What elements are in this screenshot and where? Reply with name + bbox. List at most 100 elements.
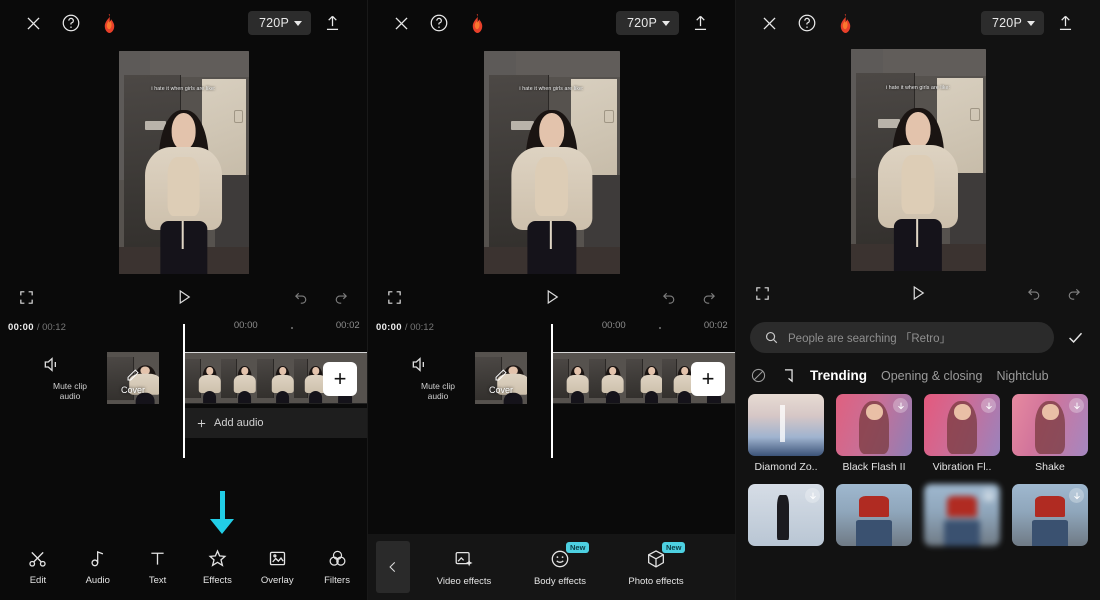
- new-badge: New: [662, 541, 686, 553]
- close-icon[interactable]: [382, 4, 420, 42]
- add-clip-label: +: [701, 366, 715, 391]
- effect-item[interactable]: Black Flash II: [836, 394, 912, 473]
- effect-thumbnail[interactable]: [748, 484, 824, 546]
- effect-item[interactable]: Vibration Fl..: [924, 394, 1000, 473]
- effect-thumbnail[interactable]: [1012, 394, 1088, 456]
- resolution-selector[interactable]: 720P: [616, 11, 679, 35]
- effect-item[interactable]: [1012, 484, 1088, 546]
- video-caption-text: i hate it when girls are like:: [885, 84, 951, 91]
- panel-editor-timeline: 720P i hate it when girls are like: 00:0…: [0, 0, 367, 600]
- effect-item[interactable]: Shake: [1012, 394, 1088, 473]
- redo-icon[interactable]: [332, 289, 349, 306]
- resolution-selector[interactable]: 720P: [248, 11, 311, 35]
- submenu-item-body-effects[interactable]: New Body effects: [512, 541, 608, 587]
- download-arrow-icon[interactable]: [1069, 398, 1084, 413]
- effect-thumbnail[interactable]: [924, 394, 1000, 456]
- screenshot-root: 720P i hate it when girls are like: 00:0…: [0, 0, 1100, 600]
- video-frame-content: [850, 49, 986, 271]
- add-clip-button[interactable]: +: [323, 362, 357, 396]
- playhead[interactable]: [183, 324, 185, 458]
- close-icon[interactable]: [14, 4, 52, 42]
- add-clip-button[interactable]: +: [691, 362, 725, 396]
- toolbar-item-filters[interactable]: Filters: [307, 548, 367, 586]
- export-upload-icon[interactable]: [679, 13, 721, 33]
- flame-icon[interactable]: [458, 4, 496, 42]
- download-arrow-icon[interactable]: [1069, 488, 1084, 503]
- effect-item[interactable]: [836, 484, 912, 546]
- undo-icon[interactable]: [1026, 285, 1043, 302]
- search-input[interactable]: People are searching 「Retro」: [750, 322, 1054, 353]
- new-badge: New: [566, 541, 590, 553]
- effect-item[interactable]: Diamond Zo..: [748, 394, 824, 473]
- back-button[interactable]: [376, 541, 410, 593]
- effect-thumbnail[interactable]: [924, 484, 1000, 546]
- submenu-item-video-effects[interactable]: Video effects: [416, 548, 512, 587]
- mute-clip-audio-button[interactable]: Mute clip audio: [42, 356, 98, 401]
- redo-icon[interactable]: [1065, 285, 1082, 302]
- playhead[interactable]: [551, 324, 553, 458]
- timeline-tracks: Mute clip audio Cover: [0, 324, 367, 458]
- undo-icon[interactable]: [293, 289, 310, 306]
- help-circle-icon[interactable]: [788, 4, 826, 42]
- close-icon[interactable]: [750, 4, 788, 42]
- download-arrow-icon[interactable]: [981, 398, 996, 413]
- help-circle-icon[interactable]: [52, 4, 90, 42]
- effect-thumbnail[interactable]: [1012, 484, 1088, 546]
- effects-grid: Diamond Zo.. Black Flash II Vibration Fl…: [736, 394, 1100, 546]
- resolution-label: 720P: [259, 16, 289, 30]
- fullscreen-icon[interactable]: [754, 285, 810, 302]
- player-controls: [368, 278, 735, 316]
- flame-icon[interactable]: [826, 4, 864, 42]
- submenu-item-photo-effects[interactable]: New Photo effects: [608, 541, 704, 587]
- tab-nightclub[interactable]: Nightclub: [996, 369, 1048, 383]
- fullscreen-icon[interactable]: [18, 289, 74, 306]
- tab-trending[interactable]: Trending: [810, 368, 867, 383]
- search-icon: [764, 330, 779, 345]
- bracket-favorites-icon[interactable]: [781, 367, 796, 384]
- toolbar-item-overlay[interactable]: Overlay: [247, 548, 307, 586]
- video-clip-strip[interactable]: +: [184, 352, 367, 404]
- video-preview[interactable]: i hate it when girls are like:: [483, 50, 620, 274]
- effect-item[interactable]: [748, 484, 824, 546]
- effect-label: Shake: [1035, 461, 1065, 473]
- video-clip-strip[interactable]: +: [552, 352, 735, 404]
- export-upload-icon[interactable]: [1044, 13, 1086, 33]
- ruler-tick-1: 00:02: [335, 320, 360, 331]
- video-preview[interactable]: i hate it when girls are like:: [118, 50, 249, 274]
- timeline-ruler[interactable]: 00:00 00:02: [434, 316, 728, 338]
- ruler-tick-0: 00:00: [233, 320, 258, 331]
- effect-item[interactable]: [924, 484, 1000, 546]
- fullscreen-icon[interactable]: [386, 289, 442, 306]
- timeline-ruler[interactable]: 00:00 00:02: [66, 316, 360, 338]
- video-preview[interactable]: i hate it when girls are like:: [850, 49, 986, 271]
- export-upload-icon[interactable]: [311, 13, 353, 33]
- undo-icon[interactable]: [661, 289, 678, 306]
- resolution-label: 720P: [627, 16, 657, 30]
- cover-thumbnail-button[interactable]: Cover: [475, 352, 527, 404]
- download-arrow-icon[interactable]: [893, 398, 908, 413]
- download-arrow-icon[interactable]: [805, 488, 820, 503]
- toolbar-item-edit[interactable]: Edit: [8, 548, 68, 586]
- effect-thumbnail[interactable]: [748, 394, 824, 456]
- toolbar-item-effects[interactable]: Effects: [187, 548, 247, 586]
- help-circle-icon[interactable]: [420, 4, 458, 42]
- player-controls: [736, 274, 1100, 312]
- toolbar-item-audio[interactable]: Audio: [68, 548, 128, 586]
- add-audio-track-button[interactable]: Add audio: [184, 408, 367, 438]
- download-arrow-icon[interactable]: [981, 488, 996, 503]
- toolbar-item-text[interactable]: Text: [128, 548, 188, 586]
- play-icon[interactable]: [74, 287, 293, 307]
- effect-label: Diamond Zo..: [754, 461, 818, 473]
- no-effect-icon[interactable]: [750, 367, 767, 384]
- flame-icon[interactable]: [90, 4, 128, 42]
- play-icon[interactable]: [442, 287, 661, 307]
- resolution-selector[interactable]: 720P: [981, 11, 1044, 35]
- redo-icon[interactable]: [700, 289, 717, 306]
- effect-thumbnail[interactable]: [836, 394, 912, 456]
- play-icon[interactable]: [810, 283, 1026, 303]
- effect-thumbnail[interactable]: [836, 484, 912, 546]
- cover-thumbnail-button[interactable]: Cover: [107, 352, 159, 404]
- confirm-check-icon[interactable]: [1064, 328, 1086, 347]
- tab-opening-closing[interactable]: Opening & closing: [881, 369, 982, 383]
- mute-clip-audio-button[interactable]: Mute clip audio: [410, 356, 466, 401]
